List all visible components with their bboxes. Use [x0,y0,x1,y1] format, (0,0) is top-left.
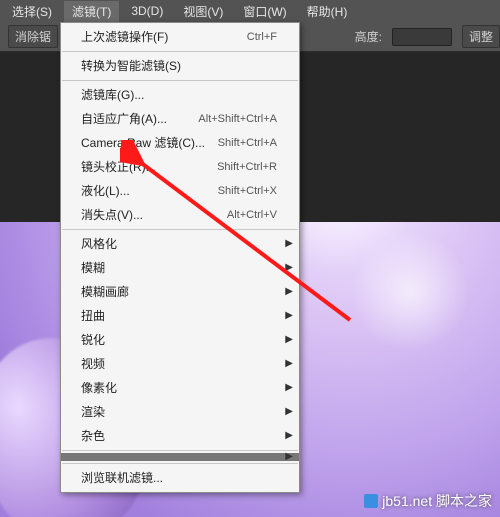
menu-item-last-filter[interactable]: 上次滤镜操作(F) Ctrl+F [61,25,299,49]
antialias-button[interactable]: 消除锯 [8,25,58,48]
menu-item-shortcut: Alt+Shift+Ctrl+A [198,111,277,127]
filter-menu-dropdown: 上次滤镜操作(F) Ctrl+F 转换为智能滤镜(S) 滤镜库(G)... 自适… [60,22,300,493]
adjust-button[interactable]: 调整 [462,25,500,48]
menubar: 选择(S) 滤镜(T) 3D(D) 视图(V) 窗口(W) 帮助(H) [0,0,500,22]
submenu-arrow-icon: ▶ [285,236,293,252]
menu-item-label: 消失点(V)... [81,207,143,223]
menu-separator [62,463,298,464]
submenu-arrow-icon: ▶ [285,284,293,300]
menu-item-label: 模糊 [81,260,105,276]
menu-item-label: 渲染 [81,404,105,420]
menu-item-label: 转换为智能滤镜(S) [81,58,181,74]
menu-separator [62,450,298,451]
menu-item-label: 浏览联机滤镜... [81,470,163,486]
menu-item-label: 杂色 [81,428,105,444]
menu-item-label: 液化(L)... [81,183,130,199]
menu-separator [62,229,298,230]
menu-select[interactable]: 选择(S) [4,1,60,22]
menu-item-render[interactable]: 渲染 ▶ [61,400,299,424]
menu-separator [62,51,298,52]
menu-item-label: 像素化 [81,380,117,396]
menu-item-adaptive-wide-angle[interactable]: 自适应广角(A)... Alt+Shift+Ctrl+A [61,107,299,131]
menu-item-label: 锐化 [81,332,105,348]
submenu-arrow-icon: ▶ [285,449,293,465]
menu-item-noise[interactable]: 杂色 ▶ [61,424,299,448]
menu-item-shortcut: Shift+Ctrl+X [218,183,277,199]
menu-item-distort[interactable]: 扭曲 ▶ [61,304,299,328]
menu-help[interactable]: 帮助(H) [299,1,356,22]
menu-item-video[interactable]: 视频 ▶ [61,352,299,376]
menu-item-camera-raw[interactable]: Camera Raw 滤镜(C)... Shift+Ctrl+A [61,131,299,155]
menu-filter[interactable]: 滤镜(T) [64,1,119,22]
menu-item-vanishing-point[interactable]: 消失点(V)... Alt+Ctrl+V [61,203,299,227]
submenu-arrow-icon: ▶ [285,380,293,396]
submenu-arrow-icon: ▶ [285,260,293,276]
height-field[interactable] [392,28,452,46]
menu-item-label: 扭曲 [81,308,105,324]
menu-item-pixelate[interactable]: 像素化 ▶ [61,376,299,400]
height-label: 高度: [355,28,382,45]
submenu-arrow-icon: ▶ [285,308,293,324]
menu-item-label: Camera Raw 滤镜(C)... [81,135,205,151]
menu-item-filter-gallery[interactable]: 滤镜库(G)... [61,83,299,107]
menu-item-blur-gallery[interactable]: 模糊画廊 ▶ [61,280,299,304]
menu-item-sharpen[interactable]: 锐化 ▶ [61,328,299,352]
submenu-arrow-icon: ▶ [285,428,293,444]
submenu-arrow-icon: ▶ [285,404,293,420]
watermark-text: jb51.net 脚本之家 [382,491,492,511]
menu-item-label: 风格化 [81,236,117,252]
menu-separator [62,80,298,81]
menu-item-lens-correction[interactable]: 镜头校正(R)... Shift+Ctrl+R [61,155,299,179]
menu-item-shortcut: Shift+Ctrl+R [217,159,277,175]
menu-item-plugin[interactable]: ▶ [61,453,299,461]
menu-item-stylize[interactable]: 风格化 ▶ [61,232,299,256]
menu-item-blur[interactable]: 模糊 ▶ [61,256,299,280]
watermark-icon [364,494,378,508]
menu-item-browse-online[interactable]: 浏览联机滤镜... [61,466,299,490]
menu-view[interactable]: 视图(V) [175,1,231,22]
menu-item-shortcut: Alt+Ctrl+V [227,207,277,223]
menu-item-label: 镜头校正(R)... [81,159,156,175]
menu-3d[interactable]: 3D(D) [123,2,171,20]
menu-item-convert-smart[interactable]: 转换为智能滤镜(S) [61,54,299,78]
watermark: jb51.net 脚本之家 [364,491,492,511]
menu-item-label: 上次滤镜操作(F) [81,29,168,45]
submenu-arrow-icon: ▶ [285,332,293,348]
submenu-arrow-icon: ▶ [285,356,293,372]
menu-item-label: 模糊画廊 [81,284,129,300]
menu-item-label: 自适应广角(A)... [81,111,167,127]
menu-window[interactable]: 窗口(W) [235,1,294,22]
menu-item-shortcut: Ctrl+F [247,29,277,45]
menu-item-label: 视频 [81,356,105,372]
menu-item-shortcut: Shift+Ctrl+A [218,135,277,151]
menu-item-liquify[interactable]: 液化(L)... Shift+Ctrl+X [61,179,299,203]
menu-item-label: 滤镜库(G)... [81,87,144,103]
